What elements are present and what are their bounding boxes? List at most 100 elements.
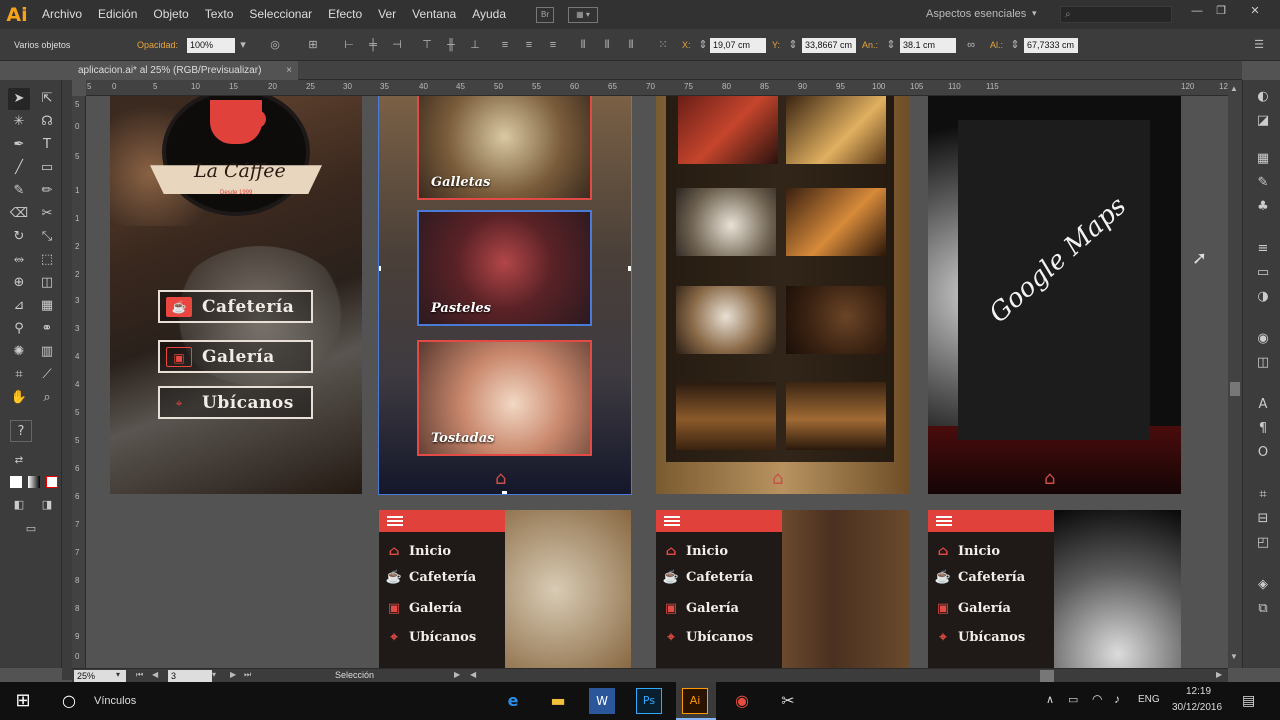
taskbar-search-label[interactable]: Vínculos	[94, 695, 136, 707]
workspace-chevron-icon[interactable]: ▾	[1032, 8, 1037, 19]
scroll-left-icon[interactable]: ◀	[470, 670, 476, 679]
brushes-panel-icon[interactable]: ✎	[1254, 174, 1272, 192]
panel-menu-icon[interactable]: ☰	[1252, 38, 1266, 52]
bridge-button[interactable]: Br	[536, 6, 555, 23]
edge-browser-icon[interactable]: e	[498, 686, 528, 716]
galeria-button[interactable]: ▣ Galería	[158, 340, 313, 373]
artboard-number-field[interactable]: 3	[168, 670, 212, 682]
paragraph-panel-icon[interactable]: ¶	[1254, 420, 1272, 438]
x-label[interactable]: X:	[682, 40, 691, 50]
close-button[interactable]: ✕	[1244, 3, 1266, 19]
previous-artboard-icon[interactable]: ◀	[152, 670, 158, 679]
transform-panel-icon[interactable]: ⌗	[1254, 486, 1272, 504]
width-stepper-icon[interactable]: ⇕	[886, 38, 896, 52]
mesh-tool-icon[interactable]: ▦	[36, 295, 58, 317]
card-galletas[interactable]: Galletas	[417, 96, 592, 200]
free-transform-tool-icon[interactable]: ⬚	[36, 249, 58, 271]
align-right-icon[interactable]: ⊣	[390, 38, 404, 52]
menu-edicion[interactable]: Edición	[90, 0, 145, 29]
nav-ubicanos[interactable]: ⌖ Ubícanos	[934, 630, 1025, 645]
align-grid-icon[interactable]: ⊞	[306, 38, 320, 52]
menu-objeto[interactable]: Objeto	[145, 0, 196, 29]
language-indicator[interactable]: ENG	[1138, 694, 1160, 705]
battery-icon[interactable]: ▭	[1068, 693, 1078, 706]
gallery-photo[interactable]	[786, 382, 886, 450]
opacity-dropdown-icon[interactable]: ▾	[236, 38, 250, 52]
artboard-cafeteria[interactable]: Galletas Pasteles Tostadas ⌂	[378, 96, 632, 495]
gallery-photo[interactable]	[676, 188, 776, 256]
hamburger-icon[interactable]	[664, 516, 680, 518]
graphic-styles-icon[interactable]: ◫	[1254, 354, 1272, 372]
selection-tool-icon[interactable]: ➤	[8, 88, 30, 110]
color-mode-icon[interactable]	[10, 476, 22, 488]
y-stepper-icon[interactable]: ⇕	[788, 38, 798, 52]
zoom-dropdown-icon[interactable]: ▾	[116, 670, 120, 679]
nav-inicio[interactable]: ⌂ Inicio	[662, 544, 728, 559]
windows-start-icon[interactable]: ⊞	[8, 686, 38, 716]
document-tab[interactable]: aplicacion.ai* al 25% (RGB/Previsualizar…	[72, 61, 298, 80]
opacity-label[interactable]: Opacidad:	[137, 40, 178, 50]
nav-galeria[interactable]: ▣ Galería	[662, 601, 739, 616]
scissors-tool-icon[interactable]: ✂	[36, 203, 58, 225]
appearance-panel-icon[interactable]: ◉	[1254, 330, 1272, 348]
nav-inicio[interactable]: ⌂ Inicio	[385, 544, 451, 559]
height-field[interactable]: 67,7333 cm	[1024, 38, 1078, 53]
pen-tool-icon[interactable]: ✒	[8, 134, 30, 156]
cortana-icon[interactable]: ○	[54, 686, 84, 716]
align-middle-icon[interactable]: ╫	[444, 38, 458, 52]
align-left-icon[interactable]: ⊢	[342, 38, 356, 52]
height-label[interactable]: Al.:	[990, 40, 1003, 50]
artboard-ubicanos[interactable]: Google Maps ⌂	[928, 96, 1181, 494]
symbol-sprayer-tool-icon[interactable]: ✺	[8, 341, 30, 363]
illustrator-icon[interactable]: Ai	[682, 688, 708, 714]
width-field[interactable]: 38.1 cm	[900, 38, 956, 53]
color-guide-icon[interactable]: ◪	[1254, 112, 1272, 130]
close-tab-icon[interactable]: ×	[286, 61, 292, 80]
gallery-photo[interactable]	[678, 96, 778, 164]
opentype-panel-icon[interactable]: O	[1254, 444, 1272, 462]
nav-galeria[interactable]: ▣ Galería	[385, 601, 462, 616]
nav-inicio[interactable]: ⌂ Inicio	[934, 544, 1000, 559]
clock-time[interactable]: 12:19	[1186, 686, 1211, 697]
color-panel-icon[interactable]: ◐	[1254, 88, 1272, 106]
gallery-photo[interactable]	[786, 286, 886, 354]
status-menu-icon[interactable]: ▶	[454, 670, 460, 679]
word-icon[interactable]: W	[589, 688, 615, 714]
canvas[interactable]: La Cáffee Desde 1999 ☕ Cafetería ▣ Galer…	[86, 96, 1228, 668]
menu-archivo[interactable]: Archivo	[34, 0, 90, 29]
pathfinder-panel-icon[interactable]: ◰	[1254, 534, 1272, 552]
drawing-mode-icon[interactable]: ◧	[8, 494, 30, 516]
gallery-photo[interactable]	[786, 96, 886, 164]
volume-icon[interactable]: ♪	[1114, 692, 1120, 706]
ubicanos-button[interactable]: ⌖ Ubícanos	[158, 386, 313, 419]
scroll-right-icon[interactable]: ▶	[1216, 670, 1222, 679]
x-stepper-icon[interactable]: ⇕	[698, 38, 708, 52]
artboard-nav-2[interactable]: ⌂ Inicio ☕ Cafetería ▣ Galería ⌖ Ubícanos	[656, 510, 909, 668]
zoom-tool-icon[interactable]: ⌕	[36, 387, 58, 409]
slice-tool-icon[interactable]: ⟋	[36, 364, 58, 386]
card-tostadas[interactable]: Tostadas	[417, 340, 592, 456]
shape-builder-tool-icon[interactable]: ⊕	[8, 272, 30, 294]
chrome-icon[interactable]: ◉	[727, 686, 757, 716]
artboard-nav-3[interactable]: ⌂ Inicio ☕ Cafetería ▣ Galería ⌖ Ubícanos	[928, 510, 1181, 668]
graph-tool-icon[interactable]: ▥	[36, 341, 58, 363]
distribute-center-icon[interactable]: ⫴	[600, 38, 614, 52]
hand-tool-icon[interactable]: ✋	[8, 387, 30, 409]
width-tool-icon[interactable]: ⥈	[8, 249, 30, 271]
nav-ubicanos[interactable]: ⌖ Ubícanos	[385, 630, 476, 645]
distribute-left-icon[interactable]: ⫴	[576, 38, 590, 52]
blend-tool-icon[interactable]: ⚭	[36, 318, 58, 340]
artboard-dropdown-icon[interactable]: ▾	[212, 670, 216, 679]
align-bottom-icon[interactable]: ⊥	[468, 38, 482, 52]
minimize-button[interactable]: —	[1186, 3, 1208, 19]
reference-point-icon[interactable]: ⁙	[656, 38, 670, 52]
live-paint-tool-icon[interactable]: ◫	[36, 272, 58, 294]
artboard-tool-icon[interactable]: ⌗	[8, 364, 30, 386]
selection-handle[interactable]	[628, 266, 631, 271]
scroll-down-icon[interactable]: ▼	[1230, 652, 1238, 661]
magic-wand-tool-icon[interactable]: ✳	[8, 111, 30, 133]
next-artboard-icon[interactable]: ▶	[230, 670, 236, 679]
artboard-nav-1[interactable]: ⌂ Inicio ☕ Cafetería ▣ Galería ⌖ Ubícanos	[379, 510, 631, 668]
menu-texto[interactable]: Texto	[197, 0, 242, 29]
gallery-photo[interactable]	[676, 286, 776, 354]
